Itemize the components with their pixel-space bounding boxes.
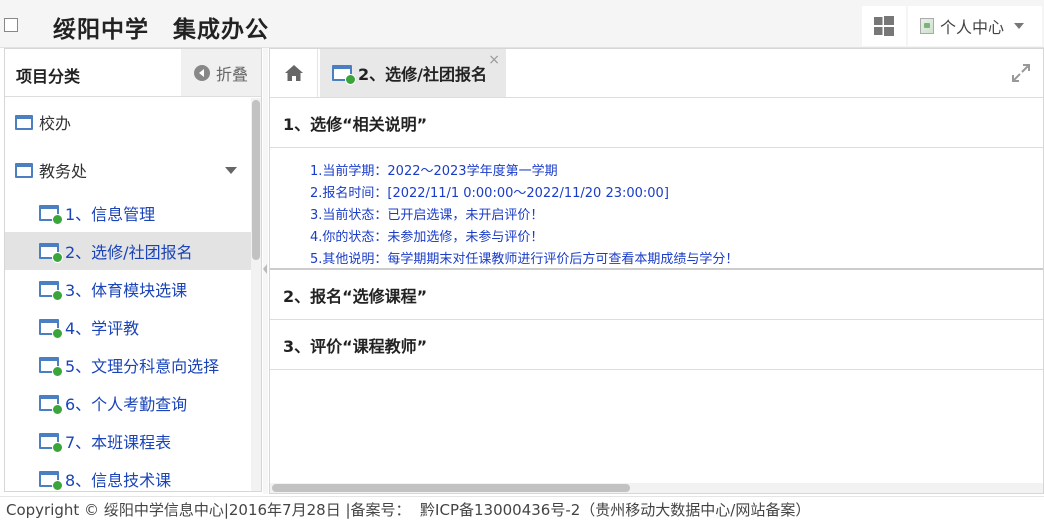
- home-icon: [284, 65, 303, 81]
- window-icon: [15, 114, 33, 130]
- sidebar-group-label: 校办: [39, 114, 72, 133]
- sidebar-item-class-schedule[interactable]: 7、本班课程表: [5, 422, 251, 460]
- main-horizontal-scrollbar[interactable]: [270, 483, 1043, 493]
- collapse-button[interactable]: 折叠: [181, 49, 261, 96]
- tab-home[interactable]: [270, 49, 318, 97]
- page-add-icon: [39, 205, 63, 225]
- sidebar-header: 项目分类 折叠: [5, 49, 261, 97]
- sidebar-list: 校办 教务处 1、信息管理 2、选修/社团报名 3、体育模块选课 4、学评教 5…: [5, 98, 251, 491]
- info-line: 4.你的状态：未参加选修，未参与评价！: [310, 230, 544, 245]
- panel-splitter[interactable]: [263, 48, 268, 494]
- collapse-arrow-icon: [193, 64, 210, 81]
- info-line: 2.报名时间：[2022/11/1 0:00:00～2022/11/20 23:…: [310, 186, 669, 201]
- footer-copyright: Copyright © 绥阳中学信息中心|2016年7月28日 |备案号： 黔I…: [0, 496, 1044, 522]
- tab-elective-signup[interactable]: 2、选修/社团报名 ×: [320, 49, 506, 97]
- windows-button[interactable]: [862, 6, 906, 46]
- sidebar-item-label: 3、体育模块选课: [65, 281, 188, 300]
- sidebar: 项目分类 折叠 校办 教务处 1、信息管理 2、选修/社团报名 3、体育模块选课: [4, 48, 262, 492]
- sidebar-item-label: 7、本班课程表: [65, 433, 172, 452]
- sidebar-item-teacher-eval[interactable]: 4、学评教: [5, 308, 251, 346]
- scrollbar-thumb[interactable]: [252, 100, 260, 260]
- user-center-menu[interactable]: 个人中心: [908, 6, 1042, 46]
- panel-header-evaluate-teacher[interactable]: 3、评价“课程教师”: [270, 320, 1043, 370]
- info-line: 3.当前状态：已开启选课，未开启评价！: [310, 208, 544, 223]
- page-add-icon: [39, 319, 63, 339]
- sidebar-item-label: 4、学评教: [65, 319, 140, 338]
- chevron-down-icon: [225, 167, 237, 174]
- sidebar-group-xiaoban[interactable]: 校办: [5, 98, 251, 146]
- windows-icon: [874, 16, 894, 36]
- window-icon: [15, 162, 33, 178]
- broken-image-icon: [920, 18, 934, 34]
- sidebar-item-it-course[interactable]: 8、信息技术课: [5, 460, 251, 491]
- page-add-icon: [39, 357, 63, 377]
- sidebar-item-info-management[interactable]: 1、信息管理: [5, 194, 251, 232]
- sidebar-item-label: 2、选修/社团报名: [65, 243, 193, 262]
- page-add-icon: [39, 395, 63, 415]
- sidebar-group-label: 教务处: [39, 162, 88, 181]
- close-icon[interactable]: ×: [488, 52, 500, 68]
- chevron-down-icon: [1014, 23, 1025, 29]
- app-title: 绥阳中学 集成办公: [53, 17, 269, 43]
- sidebar-item-label: 6、个人考勤查询: [65, 395, 188, 414]
- collapse-arrow-icon: [263, 264, 267, 274]
- expand-icon[interactable]: [1011, 63, 1031, 83]
- sidebar-scrollbar[interactable]: [251, 98, 261, 491]
- page-add-icon: [332, 65, 356, 85]
- sidebar-group-jiaowuchu[interactable]: 教务处: [5, 146, 251, 194]
- panel-body-instructions: 1.当前学期：2022～2023学年度第一学期 2.报名时间：[2022/11/…: [270, 148, 1043, 270]
- sidebar-item-elective-signup[interactable]: 2、选修/社团报名: [5, 232, 251, 270]
- app-header: 绥阳中学 集成办公 个人中心: [0, 0, 1044, 48]
- page-add-icon: [39, 281, 63, 301]
- sidebar-title: 项目分类: [16, 67, 81, 86]
- user-center-label: 个人中心: [940, 18, 1005, 37]
- page-add-icon: [39, 243, 63, 263]
- checkbox[interactable]: [4, 18, 18, 32]
- tab-label: 2、选修/社团报名: [358, 65, 487, 84]
- collapse-label: 折叠: [215, 64, 248, 84]
- panel-header-instructions[interactable]: 1、选修“相关说明”: [270, 98, 1043, 148]
- scrollbar-thumb[interactable]: [272, 484, 630, 492]
- page-add-icon: [39, 471, 63, 491]
- main-area: 2、选修/社团报名 × 1、选修“相关说明” 1.当前学期：2022～2023学…: [269, 48, 1044, 494]
- info-line: 1.当前学期：2022～2023学年度第一学期: [310, 164, 558, 179]
- sidebar-item-label: 8、信息技术课: [65, 471, 172, 490]
- panel-header-signup-course[interactable]: 2、报名“选修课程”: [270, 270, 1043, 320]
- sidebar-item-label: 5、文理分科意向选择: [65, 357, 220, 376]
- sidebar-item-stream-choice[interactable]: 5、文理分科意向选择: [5, 346, 251, 384]
- sidebar-item-label: 1、信息管理: [65, 205, 156, 224]
- sidebar-item-attendance[interactable]: 6、个人考勤查询: [5, 384, 251, 422]
- tab-bar: 2、选修/社团报名 ×: [270, 49, 1043, 98]
- page-add-icon: [39, 433, 63, 453]
- info-line: 5.其他说明：每学期期末对任课教师进行评价后方可查看本期成绩与学分！: [310, 252, 739, 267]
- sidebar-item-pe-module[interactable]: 3、体育模块选课: [5, 270, 251, 308]
